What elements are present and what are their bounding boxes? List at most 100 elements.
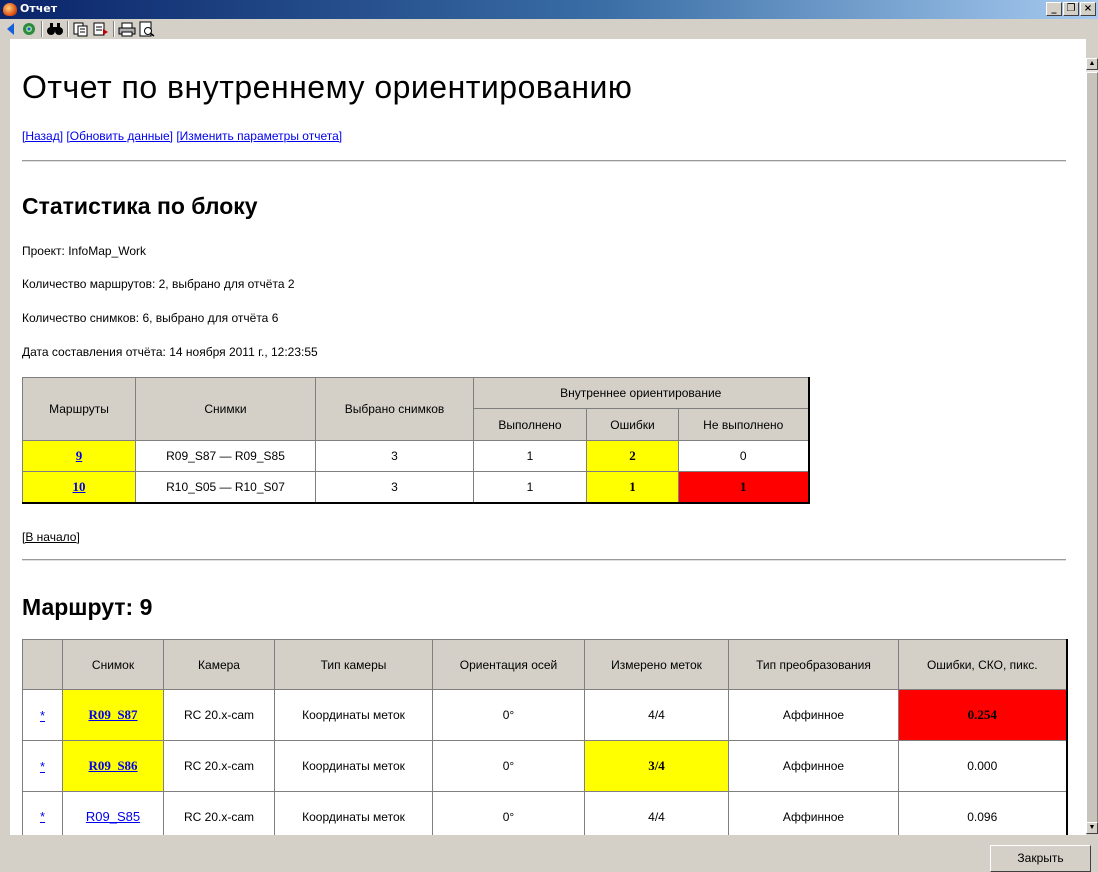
scroll-up-icon[interactable]: ▲ [1086, 58, 1098, 70]
camera-type-cell: Координаты меток [274, 740, 433, 792]
back-icon[interactable] [2, 21, 20, 37]
to-top-link[interactable]: [В начало] [22, 530, 80, 544]
routes-count: Количество маршрутов: 2, выбрано для отч… [22, 277, 295, 291]
error-cell: 0.000 [898, 740, 1067, 792]
toolbar [0, 19, 1098, 39]
details-link[interactable]: * [40, 809, 45, 824]
divider [22, 160, 1066, 162]
transform-cell: Аффинное [728, 689, 899, 741]
transform-cell: Аффинное [728, 740, 899, 792]
not-done-cell: 1 [678, 471, 809, 503]
toolbar-separator [41, 21, 43, 37]
col-header-image: Снимок [62, 639, 164, 690]
print-preview-icon[interactable] [138, 21, 156, 37]
refresh-icon[interactable] [20, 21, 38, 37]
refresh-data-link[interactable]: [Обновить данные] [66, 129, 173, 143]
axes-cell: 0° [432, 689, 585, 741]
image-link[interactable]: R09_S87 [88, 707, 137, 722]
find-icon[interactable] [46, 21, 64, 37]
axes-cell: 0° [432, 791, 585, 835]
page-title: Отчет по внутреннему ориентированию [22, 69, 633, 105]
error-cell: 0.254 [898, 689, 1067, 741]
error-cell: 0.096 [898, 791, 1067, 835]
change-params-link[interactable]: [Изменить параметры отчета] [176, 129, 342, 143]
images-count: Количество снимков: 6, выбрано для отчёт… [22, 311, 279, 325]
col-header-selected: Выбрано снимков [315, 377, 474, 441]
table-row: * R09_S85 RC 20.x-cam Координаты меток 0… [22, 791, 1067, 835]
transform-cell: Аффинное [728, 791, 899, 835]
col-header-errors-rms: Ошибки, СКО, пикс. [898, 639, 1067, 690]
selected-cell: 3 [315, 471, 474, 503]
col-header-measured: Измерено меток [584, 639, 729, 690]
not-done-cell: 0 [678, 440, 809, 472]
title-bar: Отчет _ ❐ × [0, 0, 1098, 19]
image-cell[interactable]: R09_S87 [62, 689, 164, 741]
route-images-table: Снимок Камера Тип камеры Ориентация осей… [22, 639, 1068, 835]
table-row: 10 R10_S05 — R10_S07 3 1 1 1 [22, 471, 809, 503]
vertical-scrollbar[interactable]: ▲ ▼ [1086, 58, 1098, 834]
minimize-button[interactable]: _ [1046, 2, 1062, 16]
measured-cell: 4/4 [584, 791, 729, 835]
table-row: 9 R09_S87 — R09_S85 3 1 2 0 [22, 440, 809, 472]
divider [22, 559, 1066, 561]
errors-cell: 2 [586, 440, 679, 472]
done-cell: 1 [473, 440, 587, 472]
route-cell[interactable]: 10 [22, 471, 136, 503]
export-icon[interactable] [92, 21, 110, 37]
close-window-button[interactable]: × [1080, 2, 1096, 16]
bottom-bar [0, 835, 1098, 872]
col-header-not-done: Не выполнено [678, 408, 809, 441]
camera-cell: RC 20.x-cam [163, 740, 275, 792]
mark-cell[interactable]: * [22, 740, 63, 792]
route-link[interactable]: 9 [76, 448, 83, 463]
toolbar-separator [113, 21, 115, 37]
report-date: Дата составления отчёта: 14 ноября 2011 … [22, 345, 318, 359]
scroll-thumb[interactable] [1086, 72, 1098, 832]
camera-cell: RC 20.x-cam [163, 689, 275, 741]
restore-button[interactable]: ❐ [1063, 2, 1079, 16]
mark-cell[interactable]: * [22, 689, 63, 741]
back-link[interactable]: [Назад] [22, 129, 63, 143]
print-icon[interactable] [118, 21, 136, 37]
measured-cell: 3/4 [584, 740, 729, 792]
nav-links: [Назад] [Обновить данные] [Изменить пара… [22, 129, 342, 143]
image-cell[interactable]: R09_S86 [62, 740, 164, 792]
app-icon [3, 3, 17, 16]
scroll-down-icon[interactable]: ▼ [1086, 822, 1098, 834]
camera-type-cell: Координаты меток [274, 791, 433, 835]
col-header-images: Снимки [135, 377, 316, 441]
report-viewport: Отчет по внутреннему ориентированию [Наз… [10, 39, 1086, 835]
table-row: * R09_S86 RC 20.x-cam Координаты меток 0… [22, 740, 1067, 792]
done-cell: 1 [473, 471, 587, 503]
toolbar-separator [67, 21, 69, 37]
col-header-blank [22, 639, 63, 690]
image-cell[interactable]: R09_S85 [62, 791, 164, 835]
col-header-done: Выполнено [473, 408, 587, 441]
details-link[interactable]: * [40, 759, 45, 774]
route-link[interactable]: 10 [73, 479, 86, 494]
table-row: * R09_S87 RC 20.x-cam Координаты меток 0… [22, 689, 1067, 741]
block-stats-table: Маршруты Снимки Выбрано снимков Внутренн… [22, 377, 810, 504]
window-title: Отчет [20, 2, 58, 15]
col-header-routes: Маршруты [22, 377, 136, 441]
camera-type-cell: Координаты меток [274, 689, 433, 741]
mark-cell[interactable]: * [22, 791, 63, 835]
copy-icon[interactable] [72, 21, 90, 37]
col-header-transform-type: Тип преобразования [728, 639, 899, 690]
block-stats-heading: Статистика по блоку [22, 193, 258, 219]
route-heading: Маршрут: 9 [22, 594, 153, 620]
col-header-camera: Камера [163, 639, 275, 690]
measured-cell: 4/4 [584, 689, 729, 741]
axes-cell: 0° [432, 740, 585, 792]
col-header-camera-type: Тип камеры [274, 639, 433, 690]
errors-cell: 1 [586, 471, 679, 503]
camera-cell: RC 20.x-cam [163, 791, 275, 835]
images-range-cell: R09_S87 — R09_S85 [135, 440, 316, 472]
col-header-errors: Ошибки [586, 408, 679, 441]
image-link[interactable]: R09_S85 [86, 809, 140, 824]
project-info: Проект: InfoMap_Work [22, 244, 147, 258]
route-cell[interactable]: 9 [22, 440, 136, 472]
details-link[interactable]: * [40, 708, 45, 723]
image-link[interactable]: R09_S86 [88, 758, 137, 773]
close-button[interactable]: Закрыть [990, 845, 1091, 872]
